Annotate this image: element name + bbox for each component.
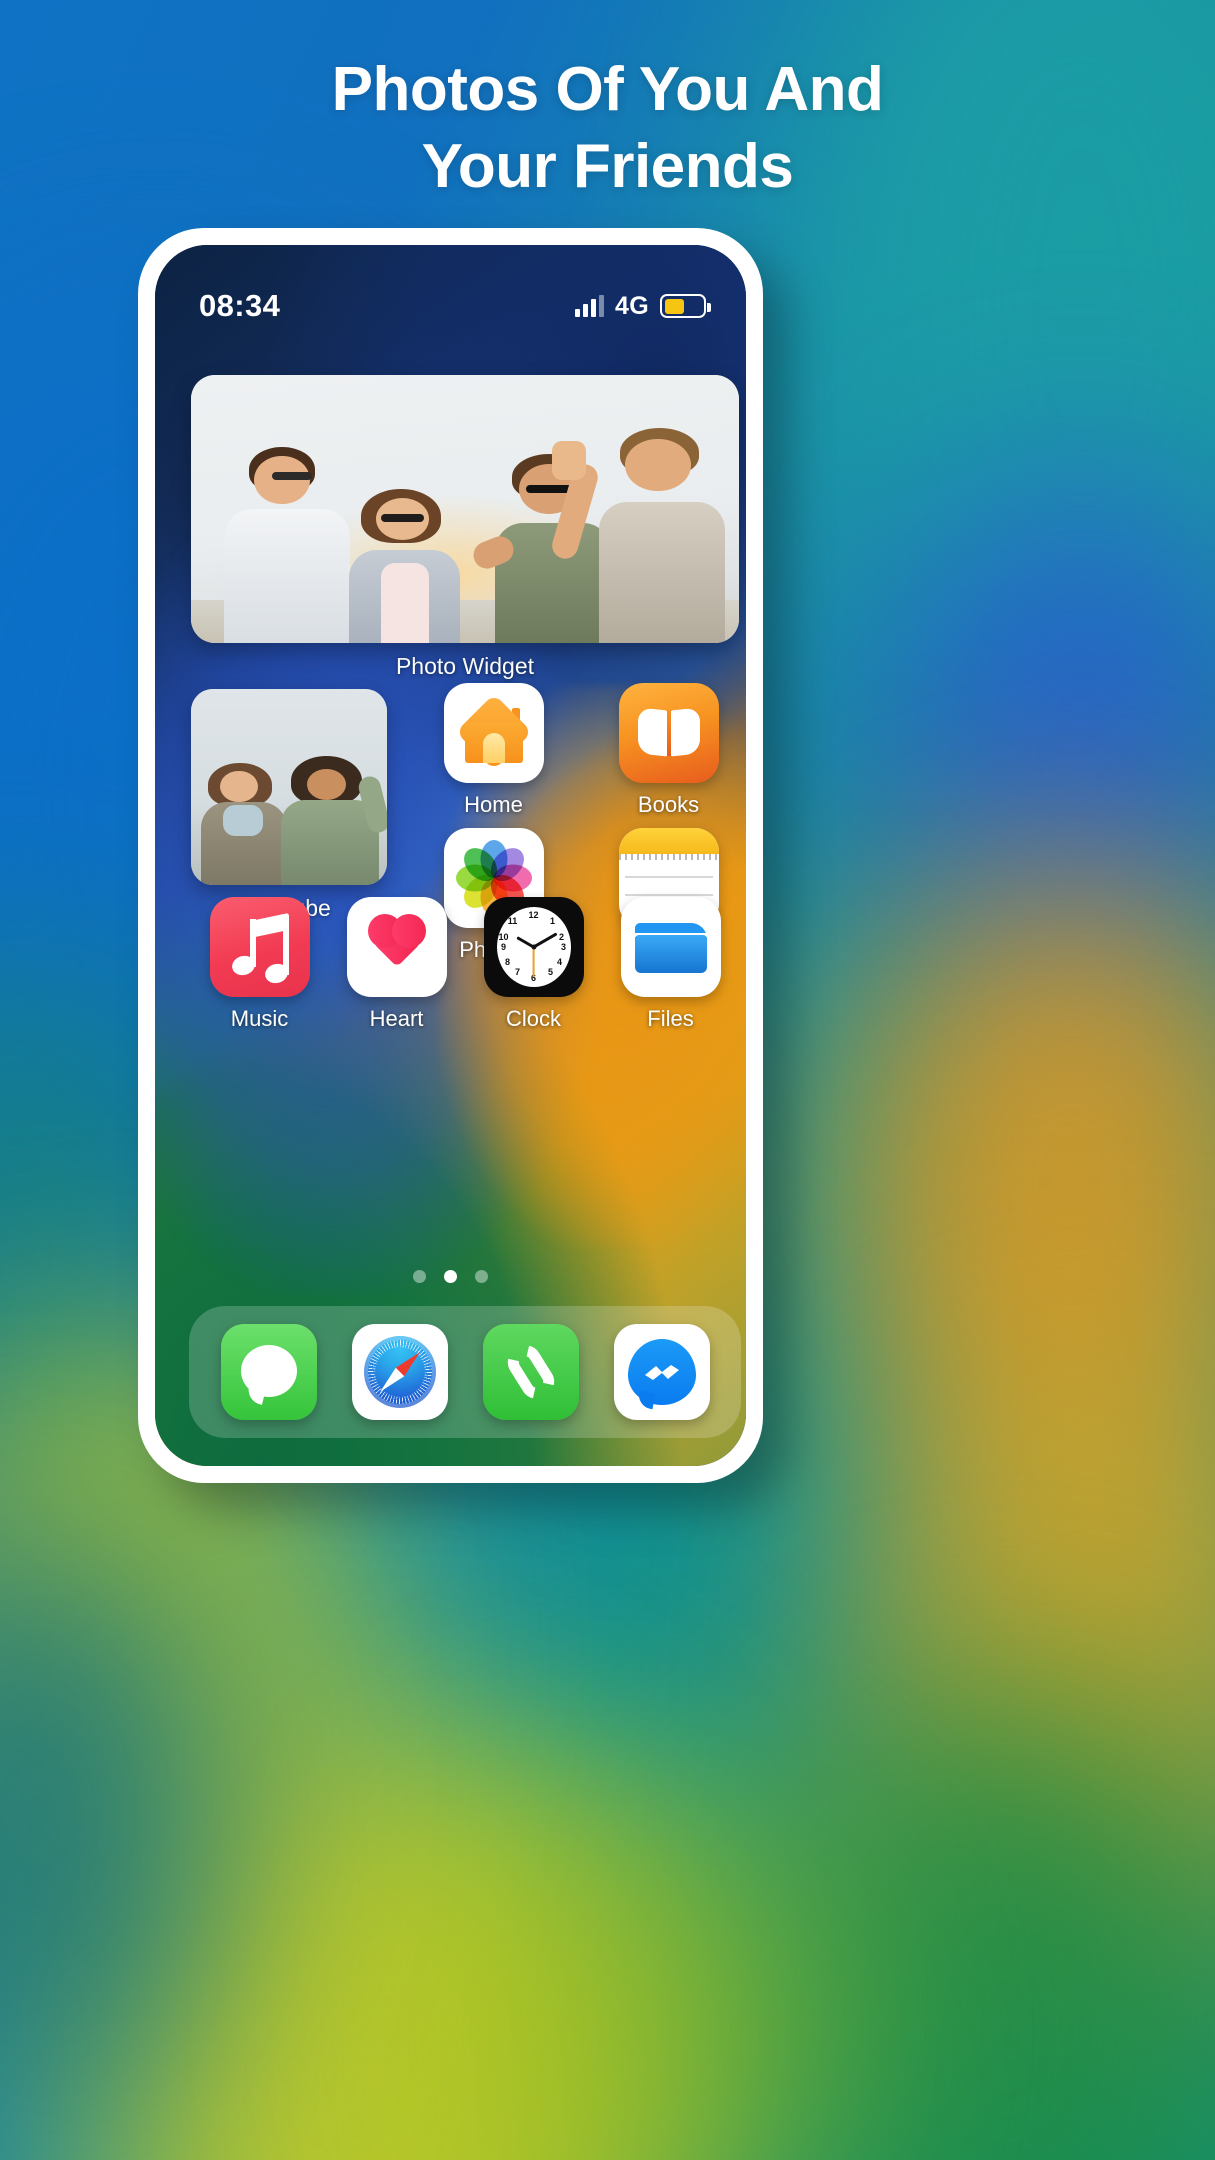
page-dot[interactable]	[475, 1270, 488, 1283]
promo-headline: Photos Of You And Your Friends	[0, 52, 1215, 206]
youtube-widget[interactable]: Youtube	[191, 689, 387, 922]
battery-icon	[660, 294, 711, 318]
signal-bars-icon	[575, 295, 605, 317]
books-icon[interactable]	[618, 683, 719, 783]
app-grid-bottom: Music Heart 12 1 2 3 4 5 6 7 8 9 10 11 C…	[191, 897, 739, 1032]
clock-face: 12 1 2 3 4 5 6 7 8 9 10 11	[496, 907, 571, 987]
page-dot-active[interactable]	[444, 1270, 457, 1283]
app-files[interactable]: Files	[602, 897, 739, 1032]
dock	[189, 1306, 741, 1438]
app-books[interactable]: Books	[598, 683, 739, 818]
folder-icon[interactable]	[620, 897, 721, 997]
status-bar: 08:34 4G	[155, 245, 746, 337]
headline-line-1: Photos Of You And	[331, 55, 884, 124]
phone-mockup: 08:34 4G Photo Widget Home Books Music H…	[138, 228, 763, 1483]
app-clock[interactable]: 12 1 2 3 4 5 6 7 8 9 10 11 Clock	[465, 897, 602, 1032]
photo-widget-label: Photo Widget	[395, 653, 535, 679]
message-bubble-icon[interactable]	[220, 1324, 317, 1420]
home-icon[interactable]	[443, 683, 544, 783]
app-label: Music	[230, 1006, 289, 1031]
bolt-glyph	[644, 1365, 679, 1380]
app-label: Heart	[369, 1006, 424, 1031]
page-indicator[interactable]	[155, 1270, 746, 1283]
status-time: 08:34	[199, 288, 281, 323]
phone-handset-icon[interactable]	[482, 1324, 579, 1420]
heart-icon[interactable]	[346, 897, 447, 997]
app-home[interactable]: Home	[423, 683, 564, 818]
compass-icon[interactable]	[351, 1324, 448, 1420]
app-label: Files	[647, 1006, 694, 1031]
network-label: 4G	[615, 291, 649, 320]
app-label: Home	[464, 792, 523, 817]
clock-icon[interactable]: 12 1 2 3 4 5 6 7 8 9 10 11	[483, 897, 584, 997]
page-dot[interactable]	[413, 1270, 426, 1283]
youtube-widget-image[interactable]	[191, 689, 387, 885]
photo-widget[interactable]: Photo Widget	[191, 375, 739, 680]
phone-screen: 08:34 4G Photo Widget Home Books Music H…	[155, 245, 746, 1466]
messenger-bolt-icon[interactable]	[613, 1324, 710, 1420]
photo-widget-image[interactable]	[191, 375, 739, 643]
app-heart[interactable]: Heart	[328, 897, 465, 1032]
app-music[interactable]: Music	[191, 897, 328, 1032]
app-label: Clock	[505, 1006, 561, 1031]
music-note-icon[interactable]	[209, 897, 310, 997]
headline-line-2: Your Friends	[421, 131, 794, 201]
app-label: Books	[637, 792, 700, 817]
